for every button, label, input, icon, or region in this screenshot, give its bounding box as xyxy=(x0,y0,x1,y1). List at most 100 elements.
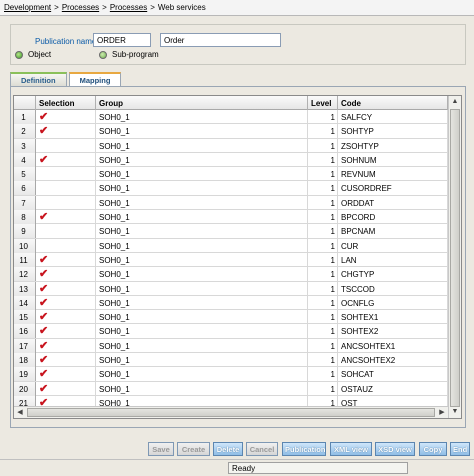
level-cell[interactable]: 1 xyxy=(308,124,338,139)
selection-cell[interactable]: ✔ xyxy=(36,210,96,225)
selection-cell[interactable] xyxy=(36,138,96,153)
table-row[interactable]: 7 SOH0_1 1 ORDDAT xyxy=(14,195,448,211)
table-row[interactable]: 13 ✔ SOH0_1 1 TSCCOD xyxy=(14,281,448,296)
selection-cell[interactable] xyxy=(36,224,96,239)
breadcrumb-processes-1[interactable]: Processes xyxy=(62,3,99,12)
code-cell[interactable]: CHGTYP xyxy=(338,267,448,282)
level-cell[interactable]: 1 xyxy=(308,310,338,325)
selection-cell[interactable]: ✔ xyxy=(36,367,96,382)
level-cell[interactable]: 1 xyxy=(308,224,338,239)
table-row[interactable]: 10 SOH0_1 1 CUR xyxy=(14,238,448,253)
group-cell[interactable]: SOH0_1 xyxy=(96,152,308,167)
selection-cell[interactable] xyxy=(36,167,96,182)
table-row[interactable]: 20 ✔ SOH0_1 1 OSTAUZ xyxy=(14,381,448,396)
selection-cell[interactable]: ✔ xyxy=(36,124,96,139)
group-cell[interactable]: SOH0_1 xyxy=(96,367,308,382)
group-cell[interactable]: SOH0_1 xyxy=(96,310,308,325)
table-row[interactable]: 2 ✔ SOH0_1 1 SOHTYP xyxy=(14,124,448,139)
group-cell[interactable]: SOH0_1 xyxy=(96,138,308,153)
level-cell[interactable]: 1 xyxy=(308,252,338,267)
code-cell[interactable]: CUR xyxy=(338,238,448,253)
group-cell[interactable]: SOH0_1 xyxy=(96,295,308,310)
group-cell[interactable]: SOH0_1 xyxy=(96,267,308,282)
level-cell[interactable]: 1 xyxy=(308,138,338,153)
code-cell[interactable]: OCNFLG xyxy=(338,295,448,310)
code-cell[interactable]: OSTAUZ xyxy=(338,381,448,396)
selection-cell[interactable]: ✔ xyxy=(36,152,96,167)
code-cell[interactable]: ORDDAT xyxy=(338,195,448,210)
group-cell[interactable]: SOH0_1 xyxy=(96,338,308,353)
scroll-left-icon[interactable]: ◀ xyxy=(14,407,26,418)
selection-cell[interactable] xyxy=(36,238,96,253)
xsd-view-button[interactable]: XSD view xyxy=(375,442,415,456)
group-cell[interactable]: SOH0_1 xyxy=(96,195,308,210)
table-row[interactable]: 8 ✔ SOH0_1 1 BPCORD xyxy=(14,210,448,225)
code-cell[interactable]: CUSORDREF xyxy=(338,181,448,196)
vertical-scroll-thumb[interactable] xyxy=(450,109,460,407)
code-cell[interactable]: SOHNUM xyxy=(338,152,448,167)
selection-cell[interactable]: ✔ xyxy=(36,324,96,339)
selection-cell[interactable]: ✔ xyxy=(36,310,96,325)
level-cell[interactable]: 1 xyxy=(308,381,338,396)
header-level[interactable]: Level xyxy=(308,96,338,110)
level-cell[interactable]: 1 xyxy=(308,110,338,124)
group-cell[interactable]: SOH0_1 xyxy=(96,110,308,124)
level-cell[interactable]: 1 xyxy=(308,238,338,253)
group-cell[interactable]: SOH0_1 xyxy=(96,252,308,267)
scroll-down-icon[interactable]: ▼ xyxy=(449,406,461,418)
publication-button[interactable]: Publication xyxy=(282,442,326,456)
table-row[interactable]: 17 ✔ SOH0_1 1 ANCSOHTEX1 xyxy=(14,338,448,354)
group-cell[interactable]: SOH0_1 xyxy=(96,181,308,196)
scroll-right-icon[interactable]: ▶ xyxy=(436,407,448,418)
cancel-button[interactable]: Cancel xyxy=(246,442,278,456)
code-cell[interactable]: ANCSOHTEX2 xyxy=(338,353,448,368)
table-row[interactable]: 4 ✔ SOH0_1 1 SOHNUM xyxy=(14,152,448,168)
selection-cell[interactable]: ✔ xyxy=(36,281,96,296)
xml-view-button[interactable]: XML view xyxy=(330,442,372,456)
code-cell[interactable]: SOHTYP xyxy=(338,124,448,139)
level-cell[interactable]: 1 xyxy=(308,152,338,167)
horizontal-scroll-thumb[interactable] xyxy=(27,408,435,417)
selection-cell[interactable] xyxy=(36,181,96,196)
level-cell[interactable]: 1 xyxy=(308,338,338,353)
scroll-up-icon[interactable]: ▲ xyxy=(449,96,461,108)
selection-cell[interactable] xyxy=(36,195,96,210)
level-cell[interactable]: 1 xyxy=(308,210,338,225)
level-cell[interactable]: 1 xyxy=(308,281,338,296)
group-cell[interactable]: SOH0_1 xyxy=(96,210,308,225)
horizontal-scrollbar[interactable]: ◀ ▶ xyxy=(14,406,448,418)
header-selection[interactable]: Selection xyxy=(36,96,96,110)
vertical-scrollbar[interactable]: ▲ ▼ xyxy=(448,96,461,418)
code-cell[interactable]: BPCORD xyxy=(338,210,448,225)
breadcrumb-development[interactable]: Development xyxy=(4,3,51,12)
code-cell[interactable]: ANCSOHTEX1 xyxy=(338,338,448,353)
table-row[interactable]: 6 SOH0_1 1 CUSORDREF xyxy=(14,181,448,196)
code-cell[interactable]: BPCNAM xyxy=(338,224,448,239)
table-row[interactable]: 11 ✔ SOH0_1 1 LAN xyxy=(14,252,448,268)
radio-subprogram[interactable]: Sub-program xyxy=(99,50,159,59)
delete-button[interactable]: Delete xyxy=(213,442,243,456)
table-row[interactable]: 3 SOH0_1 1 ZSOHTYP xyxy=(14,138,448,153)
radio-object[interactable]: Object xyxy=(15,50,51,59)
level-cell[interactable]: 1 xyxy=(308,324,338,339)
table-row[interactable]: 9 SOH0_1 1 BPCNAM xyxy=(14,224,448,239)
group-cell[interactable]: SOH0_1 xyxy=(96,281,308,296)
table-row[interactable]: 12 ✔ SOH0_1 1 CHGTYP xyxy=(14,267,448,282)
selection-cell[interactable]: ✔ xyxy=(36,110,96,124)
table-row[interactable]: 18 ✔ SOH0_1 1 ANCSOHTEX2 xyxy=(14,353,448,368)
group-cell[interactable]: SOH0_1 xyxy=(96,224,308,239)
header-group[interactable]: Group xyxy=(96,96,308,110)
publication-description-input[interactable]: Order xyxy=(160,33,281,47)
code-cell[interactable]: ZSOHTYP xyxy=(338,138,448,153)
tab-mapping[interactable]: Mapping xyxy=(68,72,122,87)
level-cell[interactable]: 1 xyxy=(308,181,338,196)
copy-button[interactable]: Copy xyxy=(419,442,447,456)
level-cell[interactable]: 1 xyxy=(308,195,338,210)
code-cell[interactable]: SALFCY xyxy=(338,110,448,124)
group-cell[interactable]: SOH0_1 xyxy=(96,324,308,339)
level-cell[interactable]: 1 xyxy=(308,267,338,282)
create-button[interactable]: Create xyxy=(177,442,210,456)
group-cell[interactable]: SOH0_1 xyxy=(96,124,308,139)
selection-cell[interactable]: ✔ xyxy=(36,267,96,282)
level-cell[interactable]: 1 xyxy=(308,295,338,310)
